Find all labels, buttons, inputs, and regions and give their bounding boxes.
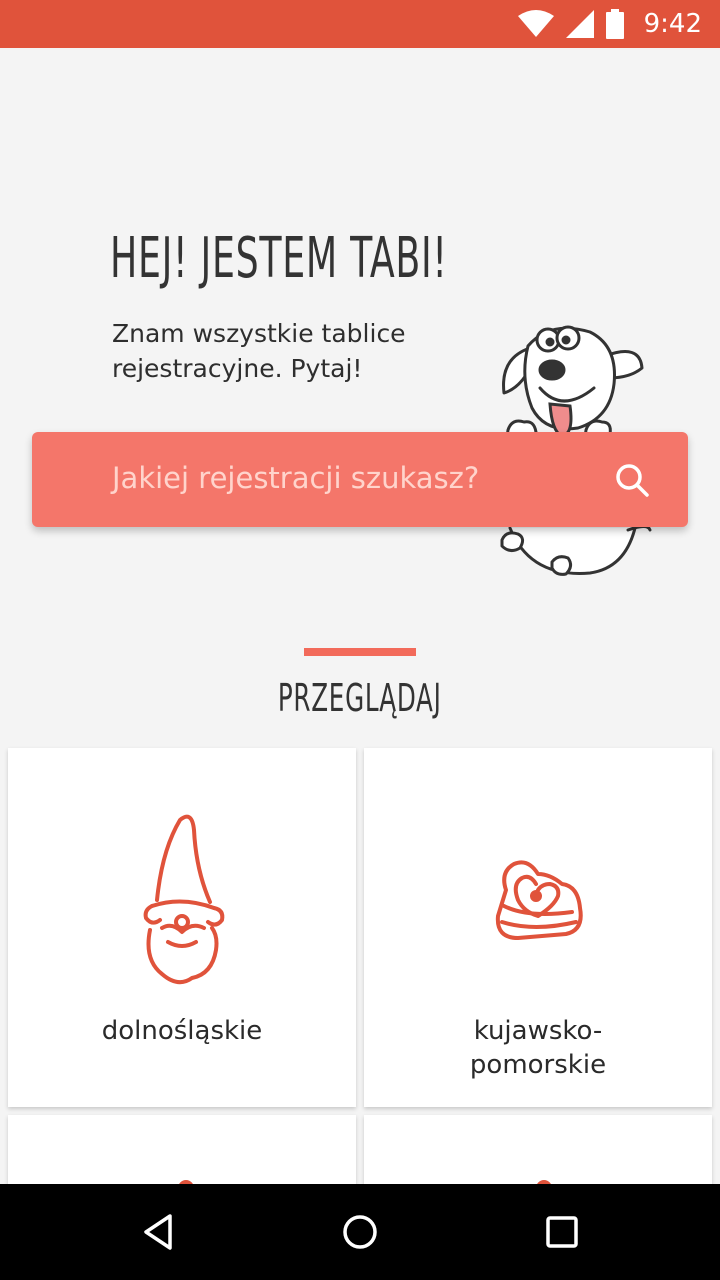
status-bar: 9:42 (0, 0, 720, 48)
recents-icon[interactable] (538, 1208, 586, 1256)
heart-gingerbread-icon (495, 860, 583, 940)
hero-subtitle: Znam wszystkie tablice rejestracyjne. Py… (112, 319, 406, 383)
signal-icon (565, 10, 594, 38)
status-time: 9:42 (643, 9, 702, 39)
battery-icon (605, 9, 624, 39)
hero-title: HEJ! JESTEM TABI! (110, 226, 448, 291)
region-card-kujawsko-pomorskie[interactable]: kujawsko- pomorskie (364, 748, 712, 1107)
region-label: dolnośląskie (101, 1016, 263, 1046)
home-icon[interactable] (336, 1208, 384, 1256)
section-accent-divider (304, 648, 416, 656)
status-icons: 9:42 (517, 0, 702, 48)
wifi-icon (517, 10, 554, 37)
region-label: kujawsko- pomorskie (469, 1016, 607, 1080)
search-icon[interactable] (614, 462, 650, 498)
section-title-text: PRZEGLĄDAJ (278, 676, 442, 720)
region-card-dolnoslaskie[interactable]: dolnośląskie (8, 748, 356, 1107)
search-input[interactable]: Jakiej rejestracji szukasz? (112, 432, 479, 527)
system-nav-bar (0, 1184, 720, 1280)
section-title: PRZEGLĄDAJ (0, 676, 720, 720)
search-bar[interactable]: Jakiej rejestracji szukasz? (32, 432, 688, 527)
back-icon[interactable] (136, 1208, 184, 1256)
gnome-icon (143, 814, 225, 985)
